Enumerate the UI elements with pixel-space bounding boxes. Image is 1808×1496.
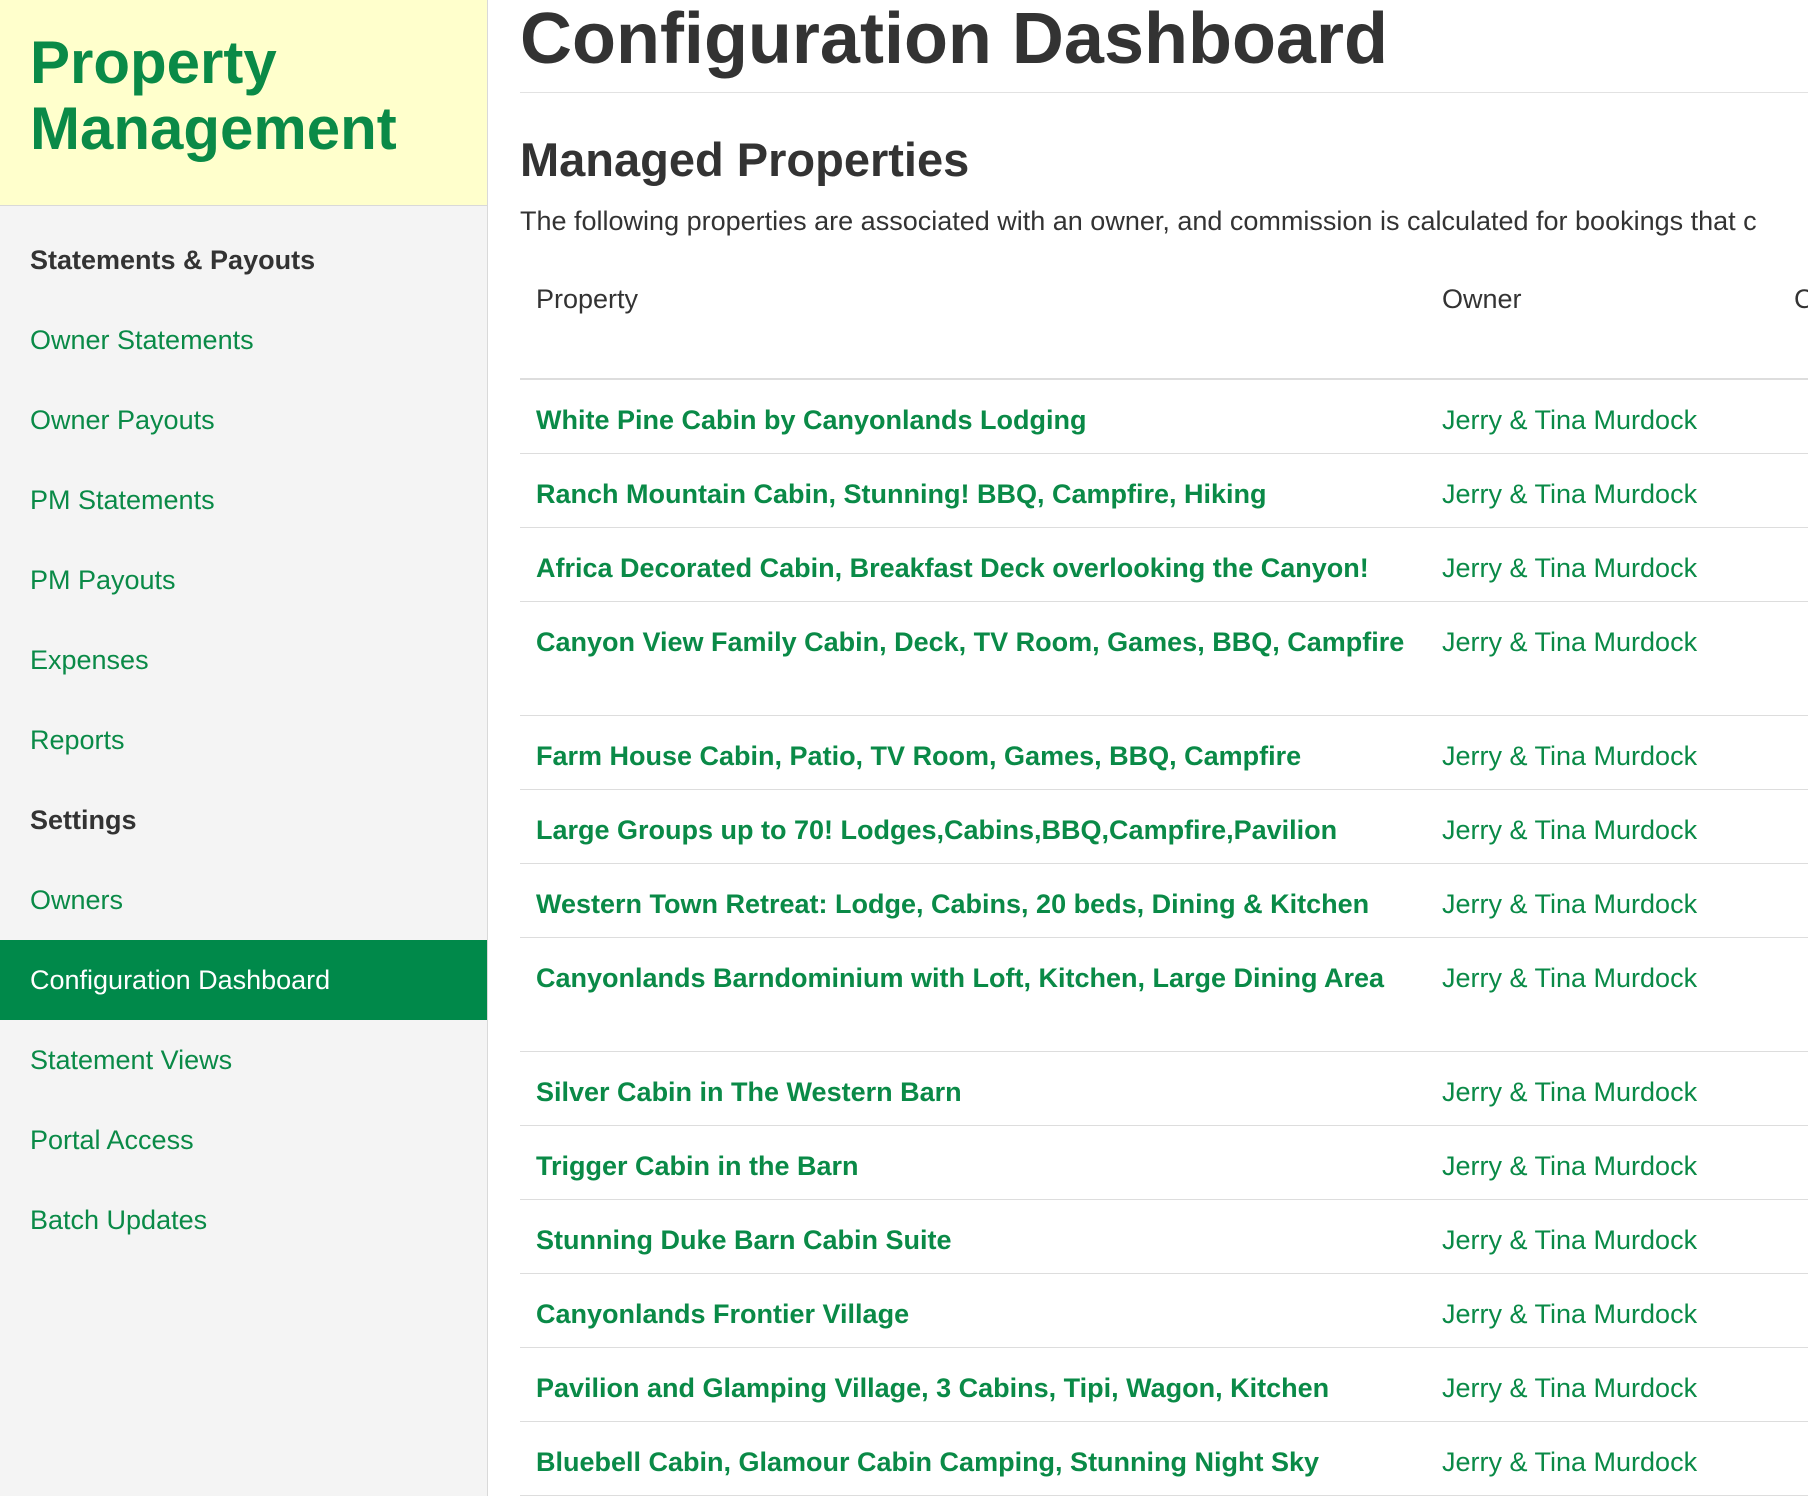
owner-link[interactable]: Jerry & Tina Murdock bbox=[1442, 400, 1697, 440]
owner-link[interactable]: Jerry & Tina Murdock bbox=[1442, 1442, 1697, 1482]
table-row: Western Town Retreat: Lodge, Cabins, 20 … bbox=[520, 864, 1808, 938]
column-header-owner: Owner bbox=[1442, 284, 1522, 314]
table-row: Ranch Mountain Cabin, Stunning! BBQ, Cam… bbox=[520, 454, 1808, 528]
sidebar-item-owner-statements[interactable]: Owner Statements bbox=[0, 300, 487, 380]
owner-link[interactable]: Jerry & Tina Murdock bbox=[1442, 1072, 1697, 1112]
owner-link[interactable]: Jerry & Tina Murdock bbox=[1442, 1146, 1697, 1186]
property-link[interactable]: Large Groups up to 70! Lodges,Cabins,BBQ… bbox=[536, 810, 1406, 850]
owner-link[interactable]: Jerry & Tina Murdock bbox=[1442, 1220, 1697, 1260]
table-row: Canyon View Family Cabin, Deck, TV Room,… bbox=[520, 602, 1808, 716]
table-row: Canyonlands Frontier Village Jerry & Tina… bbox=[520, 1274, 1808, 1348]
owner-link[interactable]: Jerry & Tina Murdock bbox=[1442, 548, 1697, 588]
table-row: Africa Decorated Cabin, Breakfast Deck o… bbox=[520, 528, 1808, 602]
property-link[interactable]: Africa Decorated Cabin, Breakfast Deck o… bbox=[536, 548, 1406, 588]
sidebar-item-statement-views[interactable]: Statement Views bbox=[0, 1020, 487, 1100]
property-link[interactable]: White Pine Cabin by Canyonlands Lodging bbox=[536, 400, 1406, 440]
sidebar-item-pm-statements[interactable]: PM Statements bbox=[0, 460, 487, 540]
property-link[interactable]: Canyon View Family Cabin, Deck, TV Room,… bbox=[536, 622, 1406, 662]
sidebar-item-reports[interactable]: Reports bbox=[0, 700, 487, 780]
owner-link[interactable]: Jerry & Tina Murdock bbox=[1442, 622, 1697, 662]
section-description: The following properties are associated … bbox=[520, 206, 1757, 236]
property-link[interactable]: Bluebell Cabin, Glamour Cabin Camping, S… bbox=[536, 1442, 1406, 1482]
owner-link[interactable]: Jerry & Tina Murdock bbox=[1442, 736, 1697, 776]
sidebar-item-portal-access[interactable]: Portal Access bbox=[0, 1100, 487, 1180]
table-row: Silver Cabin in The Western Barn Jerry & … bbox=[520, 1052, 1808, 1126]
owner-link[interactable]: Jerry & Tina Murdock bbox=[1442, 884, 1697, 924]
table-row: Canyonlands Barndominium with Loft, Kitc… bbox=[520, 938, 1808, 1052]
sidebar-item-owners[interactable]: Owners bbox=[0, 860, 487, 940]
table-row: Pavilion and Glamping Village, 3 Cabins,… bbox=[520, 1348, 1808, 1422]
table-row: Bluebell Cabin, Glamour Cabin Camping, S… bbox=[520, 1422, 1808, 1496]
owner-link[interactable]: Jerry & Tina Murdock bbox=[1442, 958, 1697, 998]
column-header-property: Property bbox=[536, 284, 639, 314]
table-row: Large Groups up to 70! Lodges,Cabins,BBQ… bbox=[520, 790, 1808, 864]
property-link[interactable]: Trigger Cabin in the Barn bbox=[536, 1146, 1406, 1186]
page-title: Configuration Dashboard bbox=[520, 0, 1808, 93]
sidebar: Property Management Statements & Payouts… bbox=[0, 0, 488, 1496]
sidebar-item-configuration-dashboard[interactable]: Configuration Dashboard bbox=[0, 940, 487, 1020]
brand-title[interactable]: Property Management bbox=[30, 30, 457, 162]
property-link[interactable]: Pavilion and Glamping Village, 3 Cabins,… bbox=[536, 1368, 1406, 1408]
table-body: White Pine Cabin by Canyonlands Lodging J… bbox=[520, 380, 1808, 1496]
property-link[interactable]: Canyonlands Barndominium with Loft, Kitc… bbox=[536, 958, 1406, 998]
properties-table: Property Owner C White Pine Cabin by Can… bbox=[520, 258, 1808, 1496]
sidebar-item-expenses[interactable]: Expenses bbox=[0, 620, 487, 700]
column-header-truncated: C bbox=[1794, 284, 1808, 314]
brand-header: Property Management bbox=[0, 0, 487, 206]
sidebar-nav: Statements & Payouts Owner Statements Owne… bbox=[0, 206, 487, 1260]
sidebar-item-batch-updates[interactable]: Batch Updates bbox=[0, 1180, 487, 1260]
table-header: Property Owner C bbox=[520, 258, 1808, 380]
property-link[interactable]: Ranch Mountain Cabin, Stunning! BBQ, Cam… bbox=[536, 474, 1406, 514]
app: Property Management Statements & Payouts… bbox=[0, 0, 1808, 1496]
property-link[interactable]: Stunning Duke Barn Cabin Suite bbox=[536, 1220, 1406, 1260]
table-row: Stunning Duke Barn Cabin Suite Jerry & Ti… bbox=[520, 1200, 1808, 1274]
sidebar-heading-settings: Settings bbox=[30, 805, 137, 835]
owner-link[interactable]: Jerry & Tina Murdock bbox=[1442, 474, 1697, 514]
table-row: Trigger Cabin in the Barn Jerry & Tina Mu… bbox=[520, 1126, 1808, 1200]
table-row: Farm House Cabin, Patio, TV Room, Games,… bbox=[520, 716, 1808, 790]
property-link[interactable]: Western Town Retreat: Lodge, Cabins, 20 … bbox=[536, 884, 1406, 924]
section-title: Managed Properties bbox=[520, 133, 970, 186]
main-content: Configuration Dashboard Managed Properti… bbox=[520, 0, 1808, 1496]
sidebar-item-pm-payouts[interactable]: PM Payouts bbox=[0, 540, 487, 620]
property-link[interactable]: Canyonlands Frontier Village bbox=[536, 1294, 1406, 1334]
property-link[interactable]: Farm House Cabin, Patio, TV Room, Games,… bbox=[536, 736, 1406, 776]
sidebar-heading-statements-and-payouts: Statements & Payouts bbox=[30, 245, 316, 275]
owner-link[interactable]: Jerry & Tina Murdock bbox=[1442, 1294, 1697, 1334]
property-link[interactable]: Silver Cabin in The Western Barn bbox=[536, 1072, 1406, 1112]
sidebar-item-owner-payouts[interactable]: Owner Payouts bbox=[0, 380, 487, 460]
owner-link[interactable]: Jerry & Tina Murdock bbox=[1442, 810, 1697, 850]
owner-link[interactable]: Jerry & Tina Murdock bbox=[1442, 1368, 1697, 1408]
table-row: White Pine Cabin by Canyonlands Lodging J… bbox=[520, 380, 1808, 454]
